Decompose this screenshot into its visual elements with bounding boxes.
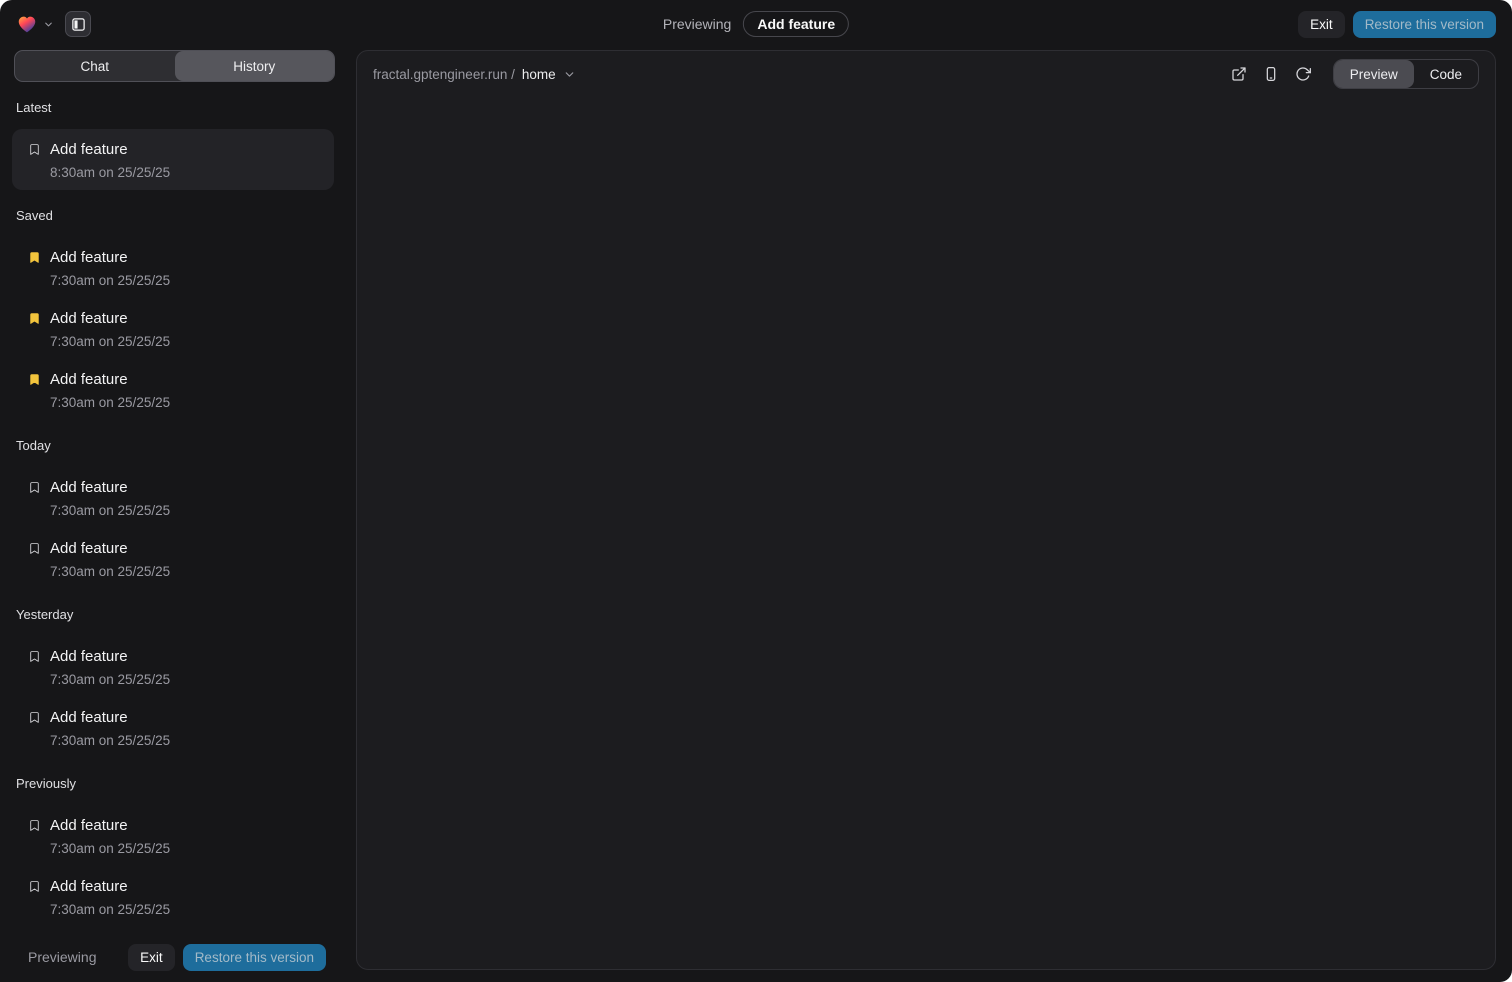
footer-restore-version-button[interactable]: Restore this version <box>183 944 326 971</box>
topbar: Previewing Add feature Exit Restore this… <box>0 0 1512 48</box>
history-item-timestamp: 7:30am on 25/25/25 <box>50 838 320 858</box>
history-item[interactable]: Add feature 7:30am on 25/25/25 <box>12 359 334 420</box>
history-item-timestamp: 7:30am on 25/25/25 <box>50 899 320 919</box>
panel-left-icon <box>71 17 86 32</box>
open-external-button[interactable] <box>1225 60 1253 88</box>
version-badge: Add feature <box>743 11 849 37</box>
history-section: Yesterday Add feature 7:30am on 25/25/25… <box>0 606 346 758</box>
history-item[interactable]: Add feature 7:30am on 25/25/25 <box>12 467 334 528</box>
history-item-title: Add feature <box>50 817 128 834</box>
history-item[interactable]: Add feature 8:30am on 25/25/25 <box>12 129 334 190</box>
section-label: Yesterday <box>16 606 346 624</box>
toggle-preview[interactable]: Preview <box>1334 60 1414 88</box>
history-item-title: Add feature <box>50 648 128 665</box>
history-item[interactable]: Add feature 7:30am on 25/25/25 <box>12 237 334 298</box>
sidebar: ChatHistory Latest Add feature 8:30am on… <box>0 48 346 982</box>
history-section: Today Add feature 7:30am on 25/25/25 Add… <box>0 437 346 589</box>
refresh-button[interactable] <box>1289 60 1317 88</box>
history-section: Latest Add feature 8:30am on 25/25/25 <box>0 99 346 190</box>
topbar-actions: Exit Restore this version <box>1298 11 1496 38</box>
restore-version-button[interactable]: Restore this version <box>1353 11 1496 38</box>
smartphone-icon <box>1263 66 1279 82</box>
chevron-down-icon[interactable] <box>43 19 54 30</box>
device-preview-button[interactable] <box>1257 60 1285 88</box>
toggle-code[interactable]: Code <box>1414 60 1478 88</box>
history-item-timestamp: 7:30am on 25/25/25 <box>50 669 320 689</box>
history-item-timestamp: 7:30am on 25/25/25 <box>50 500 320 520</box>
bookmark-filled-icon <box>26 310 42 326</box>
sidebar-footer: Previewing Exit Restore this version <box>0 932 346 982</box>
history-item-title: Add feature <box>50 249 128 266</box>
history-item-timestamp: 7:30am on 25/25/25 <box>50 331 320 351</box>
brand <box>16 11 91 37</box>
tab-history[interactable]: History <box>175 51 335 81</box>
previewing-label: Previewing <box>663 16 731 32</box>
bookmark-filled-icon <box>26 371 42 387</box>
history-item-timestamp: 7:30am on 25/25/25 <box>50 561 320 581</box>
section-label: Previously <box>16 775 346 793</box>
topbar-status: Previewing Add feature <box>663 11 849 37</box>
section-label: Latest <box>16 99 346 117</box>
refresh-icon <box>1295 66 1311 82</box>
sidebar-toggle-button[interactable] <box>65 11 91 37</box>
exit-button[interactable]: Exit <box>1298 11 1345 38</box>
footer-previewing-label: Previewing <box>28 949 120 965</box>
history-section: Previously Add feature 7:30am on 25/25/2… <box>0 775 346 927</box>
bookmark-filled-icon <box>26 249 42 265</box>
history-item[interactable]: Add feature 7:30am on 25/25/25 <box>12 805 334 866</box>
preview-code-toggle: PreviewCode <box>1333 59 1479 89</box>
history-item-timestamp: 7:30am on 25/25/25 <box>50 270 320 290</box>
url-page: home <box>522 67 556 82</box>
history-item-title: Add feature <box>50 540 128 557</box>
history-list: Latest Add feature 8:30am on 25/25/25 Sa… <box>0 82 346 982</box>
bookmark-outline-icon <box>26 540 42 556</box>
history-item[interactable]: Add feature 7:30am on 25/25/25 <box>12 636 334 697</box>
history-item-timestamp: 7:30am on 25/25/25 <box>50 392 320 412</box>
history-item-timestamp: 7:30am on 25/25/25 <box>50 730 320 750</box>
bookmark-outline-icon <box>26 479 42 495</box>
bookmark-outline-icon <box>26 817 42 833</box>
history-item[interactable]: Add feature 7:30am on 25/25/25 <box>12 298 334 359</box>
bookmark-outline-icon <box>26 141 42 157</box>
history-item[interactable]: Add feature 7:30am on 25/25/25 <box>12 528 334 589</box>
section-label: Today <box>16 437 346 455</box>
history-item-title: Add feature <box>50 141 128 158</box>
footer-exit-button[interactable]: Exit <box>128 944 175 971</box>
preview-panel: fractal.gptengineer.run / home <box>356 50 1496 970</box>
history-item-timestamp: 8:30am on 25/25/25 <box>50 162 320 182</box>
preview-canvas <box>357 97 1495 969</box>
external-link-icon <box>1231 66 1247 82</box>
chevron-down-icon[interactable] <box>563 68 576 81</box>
history-item[interactable]: Add feature 7:30am on 25/25/25 <box>12 697 334 758</box>
history-item-title: Add feature <box>50 709 128 726</box>
history-item-title: Add feature <box>50 310 128 327</box>
url-prefix: fractal.gptengineer.run / <box>373 67 515 82</box>
preview-header: fractal.gptengineer.run / home <box>357 51 1495 89</box>
heart-logo-icon[interactable] <box>16 13 38 35</box>
history-item-title: Add feature <box>50 371 128 388</box>
url-bar[interactable]: fractal.gptengineer.run / home <box>373 67 576 82</box>
preview-actions: PreviewCode <box>1225 59 1479 89</box>
history-item-title: Add feature <box>50 479 128 496</box>
section-label: Saved <box>16 207 346 225</box>
history-section: Saved Add feature 7:30am on 25/25/25 Add… <box>0 207 346 420</box>
bookmark-outline-icon <box>26 648 42 664</box>
sidebar-tabs: ChatHistory <box>14 50 335 82</box>
tab-chat[interactable]: Chat <box>15 51 175 81</box>
bookmark-outline-icon <box>26 709 42 725</box>
history-item[interactable]: Add feature 7:30am on 25/25/25 <box>12 866 334 927</box>
history-item-title: Add feature <box>50 878 128 895</box>
bookmark-outline-icon <box>26 878 42 894</box>
